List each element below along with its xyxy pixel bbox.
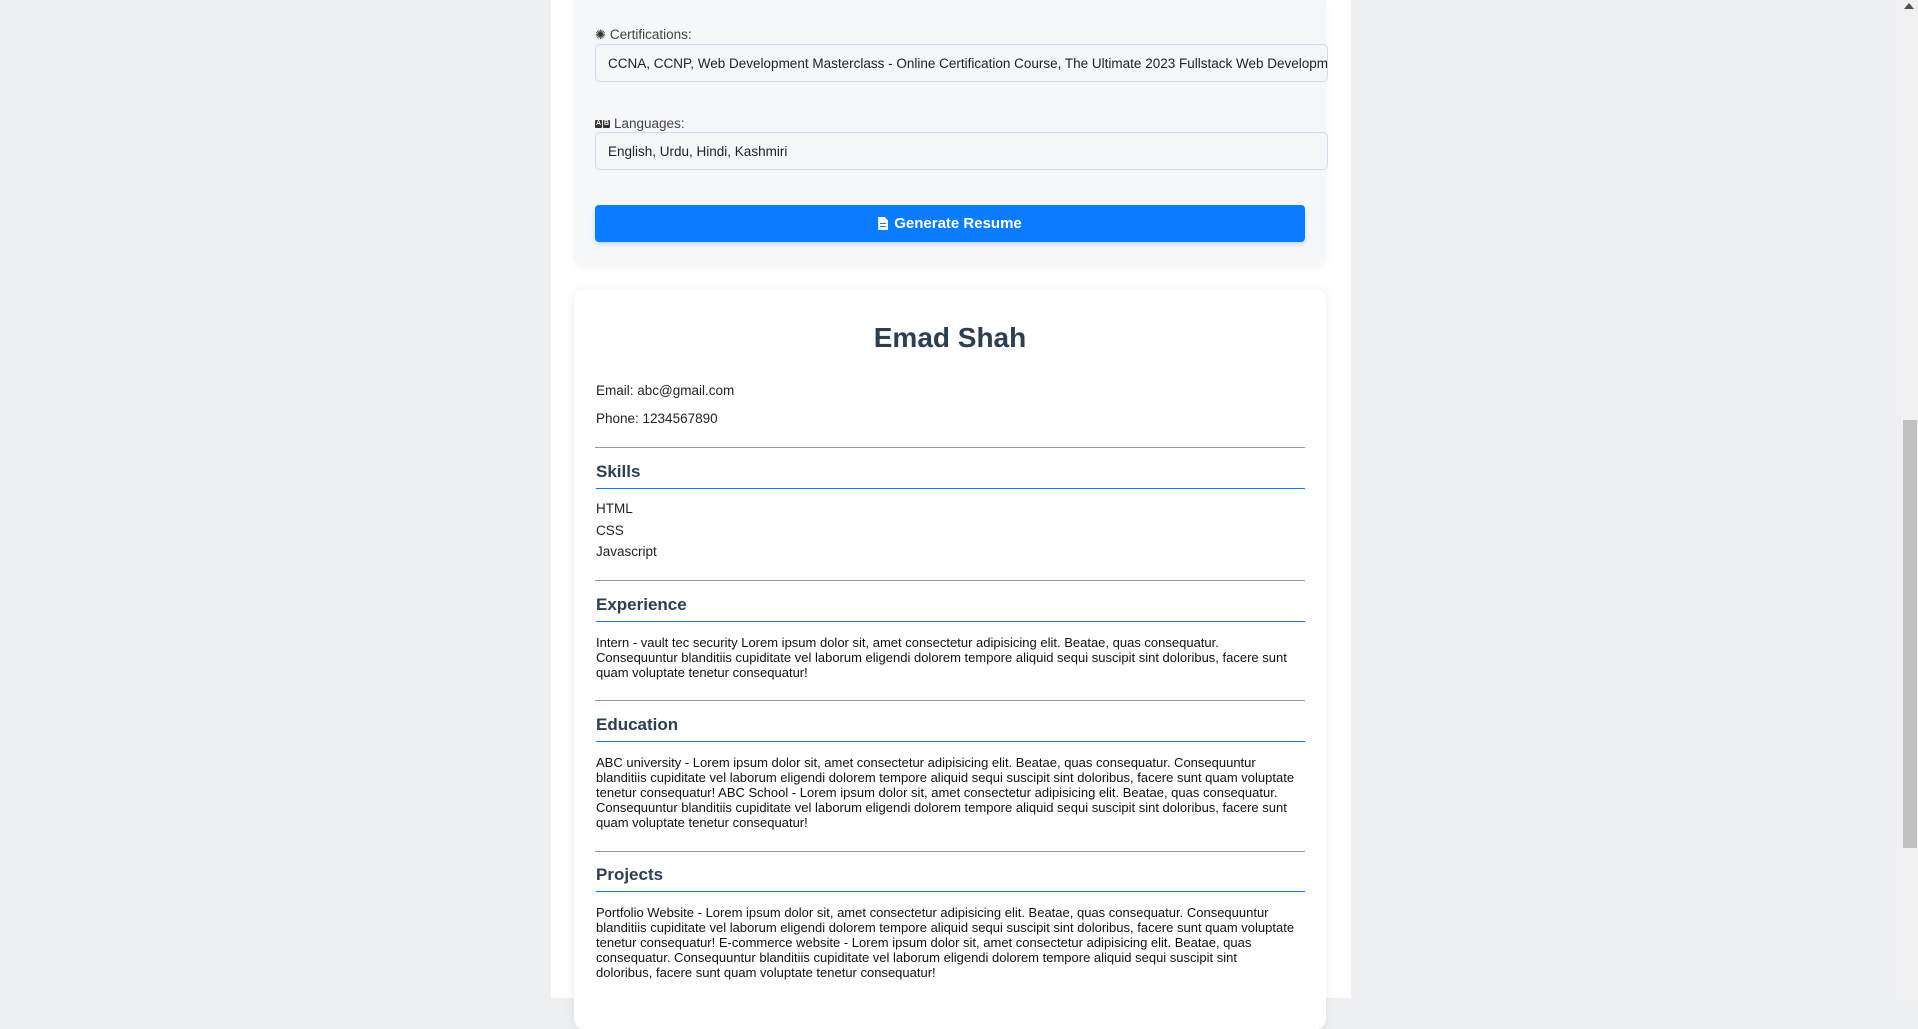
experience-heading: Experience <box>596 595 1305 622</box>
education-text: ABC university - Lorem ipsum dolor sit, … <box>596 755 1295 830</box>
certifications-input[interactable]: CCNA, CCNP, Web Development Masterclass … <box>595 44 1328 82</box>
skills-heading: Skills <box>596 462 1305 489</box>
document-icon <box>878 217 889 230</box>
projects-text: Portfolio Website - Lorem ipsum dolor si… <box>596 905 1295 980</box>
section-divider <box>595 851 1305 852</box>
languages-label-text: Languages: <box>614 116 685 131</box>
education-heading: Education <box>596 715 1305 742</box>
language-icon: AB <box>595 119 610 128</box>
generate-resume-label: Generate Resume <box>894 215 1022 232</box>
scroll-up-arrow-icon[interactable] <box>1904 3 1914 9</box>
generate-resume-button[interactable]: Generate Resume <box>595 205 1305 242</box>
section-divider <box>595 580 1305 581</box>
resume-name: Emad Shah <box>873 322 1027 353</box>
projects-heading: Projects <box>596 865 1305 892</box>
section-divider <box>595 700 1305 701</box>
resume-phone: Phone: 1234567890 <box>596 411 718 426</box>
section-divider <box>595 447 1305 448</box>
experience-text: Intern - vault tec security Lorem ipsum … <box>596 635 1287 680</box>
certifications-label-text: Certifications: <box>609 27 692 42</box>
skill-item: HTML <box>596 501 633 516</box>
certifications-label: ✺ Certifications: <box>595 27 692 42</box>
languages-input[interactable]: English, Urdu, Hindi, Kashmiri <box>595 132 1328 170</box>
languages-label: AB Languages: <box>595 116 685 131</box>
resume-email: Email: abc@gmail.com <box>596 383 735 398</box>
skill-item: Javascript <box>596 544 657 559</box>
skill-item: CSS <box>596 523 624 538</box>
gear-icon: ✺ <box>595 27 606 42</box>
scrollbar-thumb[interactable] <box>1903 420 1917 848</box>
